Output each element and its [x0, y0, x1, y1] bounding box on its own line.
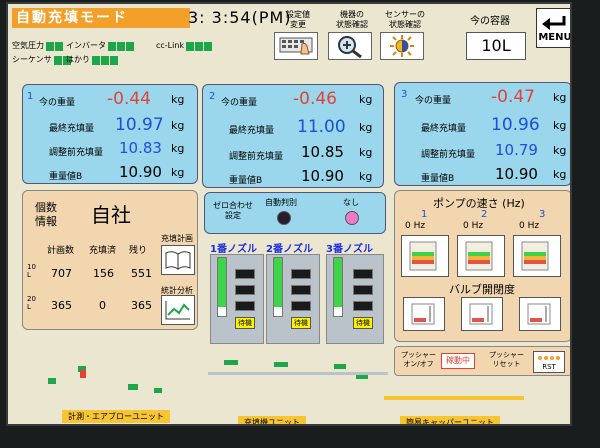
mode-title: 自動充填モード	[12, 8, 190, 28]
pump-panel: ポンプの速さ (Hz) 1 2 3 0 Hz 0 Hz 0 Hz バルブ開閉度	[394, 190, 570, 342]
fill-plan-button[interactable]	[161, 245, 195, 275]
remaining-20l: 365	[131, 299, 152, 312]
container-value: 10L	[466, 32, 526, 60]
pump-1-button[interactable]	[401, 235, 449, 277]
company-label: 自社	[91, 203, 131, 227]
nozzle-2-level	[273, 257, 283, 317]
unit-label-capper: 簡易キャッパーユニット	[400, 416, 500, 424]
container-label: 今の容器	[470, 16, 510, 27]
settings-change-button[interactable]: 設定値 変更	[274, 10, 322, 60]
device-status-button[interactable]: 機器の 状態確認	[328, 10, 376, 60]
valve-gauge-icon	[527, 303, 551, 325]
current-weight-2: -0.46	[293, 89, 337, 109]
nozzle-3-level	[333, 257, 343, 317]
auto-detect-lamp[interactable]	[277, 211, 291, 225]
weight-panel-3: 3 今の重量 -0.47 kg 最終充填量 10.96 kg 調整前充填量 10…	[394, 82, 570, 186]
nozzle-3-status: 待機	[353, 317, 373, 329]
pump-gauge-icon	[409, 241, 437, 271]
current-weight-1: -0.44	[107, 89, 151, 109]
nozzle-1-level	[217, 257, 227, 317]
led-dots-icon	[538, 356, 560, 360]
sensor-status-button[interactable]: センサーの 状態確認	[380, 10, 430, 60]
pump-3-button[interactable]	[513, 235, 561, 277]
valve-1-button[interactable]	[403, 297, 445, 331]
weight-b-1: 10.90	[119, 163, 162, 181]
filled-20l: 0	[99, 299, 106, 312]
pre-adjust-fill-1: 10.83	[119, 139, 162, 157]
unit-label-measure: 計測・エアブローユニット	[62, 410, 170, 423]
final-fill-1: 10.97	[115, 115, 164, 135]
nozzle-1-panel: 待機	[210, 254, 264, 344]
pusher-onoff-button[interactable]: 稼動中	[441, 353, 475, 369]
sensor-sun-icon	[390, 35, 414, 57]
valve-gauge-icon	[411, 303, 435, 325]
indicator-sequencer: シーケンサ	[12, 50, 72, 69]
pump-gauge-icon	[521, 241, 549, 271]
final-fill-3: 10.96	[491, 115, 540, 135]
pusher-panel: プッシャー オン/オフ 稼動中 プッシャー リセット RST	[394, 346, 570, 376]
pre-adjust-fill-2: 10.85	[301, 143, 344, 161]
filled-10l: 156	[93, 267, 114, 280]
magnifier-icon	[338, 36, 362, 59]
indicator-scale: はかり	[66, 50, 119, 69]
remaining-10l: 551	[131, 267, 152, 280]
nozzle-2-panel: 待機	[266, 254, 320, 344]
keyboard-hand-icon	[279, 37, 313, 55]
planned-10l: 707	[51, 267, 72, 280]
statistics-button[interactable]	[161, 295, 195, 325]
valve-3-button[interactable]	[519, 297, 561, 331]
pump-gauge-icon	[465, 241, 493, 271]
pusher-reset-button[interactable]: RST	[533, 351, 565, 373]
unit-label-filler: 充填機ユニット	[238, 416, 306, 424]
pump-2-button[interactable]	[457, 235, 505, 277]
planned-20l: 365	[51, 299, 72, 312]
book-icon	[165, 251, 191, 270]
valve-gauge-icon	[469, 303, 493, 325]
indicator-cclink: cc-Link	[156, 36, 213, 55]
nozzle-3-panel: 待機	[326, 254, 384, 344]
valve-2-button[interactable]	[461, 297, 503, 331]
weight-b-2: 10.90	[301, 167, 344, 185]
none-lamp[interactable]	[345, 211, 359, 225]
return-arrow-icon	[542, 16, 566, 30]
hmi-screen: 自動充填モード 3: 3:54(PM) 空気圧力 インバータ cc-Link シ…	[6, 2, 572, 426]
nozzle-1-status: 待機	[235, 317, 255, 329]
line-chart-icon	[165, 301, 190, 320]
current-weight-3: -0.47	[491, 87, 535, 107]
menu-button[interactable]: MENU	[536, 8, 570, 48]
weight-panel-1: 1 今の重量 -0.44 kg 最終充填量 10.97 kg 調整前充填量 10…	[22, 84, 198, 184]
weight-panel-2: 2 今の重量 -0.46 kg 最終充填量 11.00 kg 調整前充填量 10…	[202, 84, 384, 188]
pre-adjust-fill-3: 10.79	[495, 141, 538, 159]
final-fill-2: 11.00	[297, 117, 346, 137]
zero-setting-panel: ゼロ合わせ 設定 自動判別 なし	[204, 192, 386, 234]
nozzle-2-status: 待機	[291, 317, 311, 329]
weight-b-3: 10.90	[495, 165, 538, 183]
count-info-panel: 個数 情報 自社 計画数 充填済 残り 10 L 707 156 551 20 …	[22, 190, 198, 330]
